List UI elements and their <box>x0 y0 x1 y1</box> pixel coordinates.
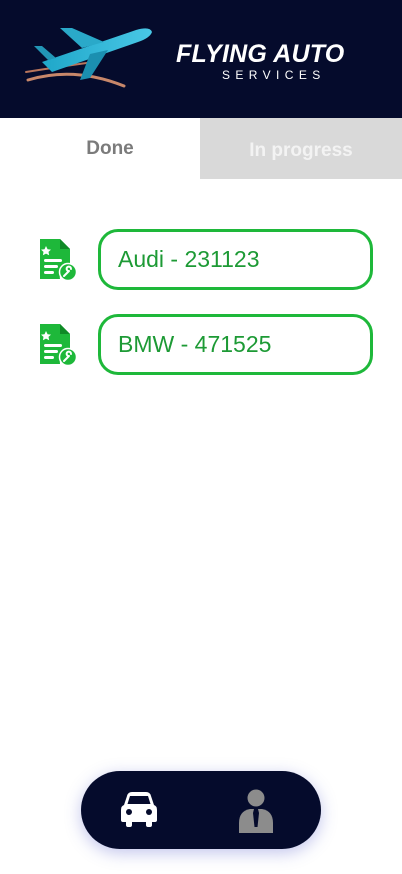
status-tabs: Done In progress <box>0 118 402 179</box>
list-item: BMW - 471525 <box>0 313 402 398</box>
list-item: Audi - 231123 <box>0 228 402 313</box>
order-list: Audi - 231123 BMW - 471525 <box>0 228 402 398</box>
app-header: FLYING AUTO SERVICES <box>0 0 402 118</box>
service-document-icon <box>40 239 78 281</box>
car-icon[interactable] <box>119 790 159 828</box>
order-button[interactable]: BMW - 471525 <box>98 314 373 375</box>
tab-in-progress-label: In progress <box>249 140 353 161</box>
brand-title: FLYING AUTO <box>176 40 345 68</box>
brand-subtitle: SERVICES <box>222 68 326 82</box>
tab-in-progress[interactable]: In progress <box>200 118 402 179</box>
tab-done[interactable]: Done <box>0 118 200 179</box>
order-button[interactable]: Audi - 231123 <box>98 229 373 290</box>
service-document-icon <box>40 324 78 366</box>
bottom-nav <box>81 771 321 849</box>
tab-done-label: Done <box>86 138 134 159</box>
user-icon[interactable] <box>239 789 273 833</box>
brand-block: FLYING AUTO SERVICES <box>176 40 376 82</box>
airplane-logo-icon <box>25 28 152 88</box>
